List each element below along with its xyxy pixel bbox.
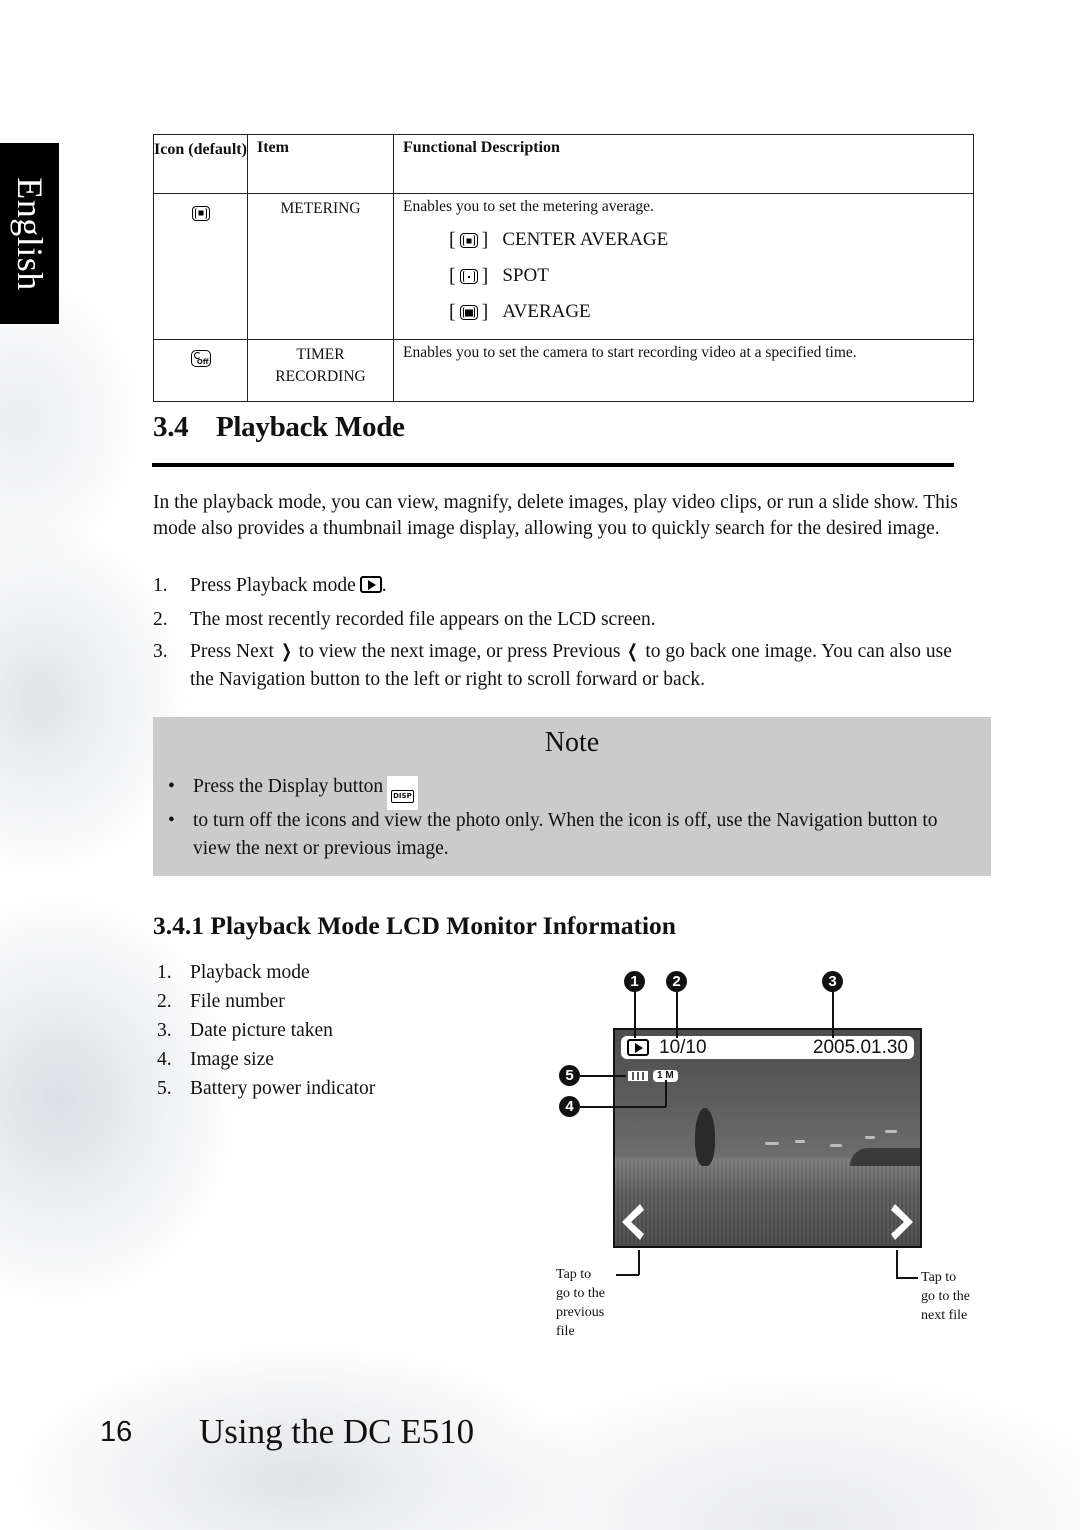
- header-item: Item: [247, 134, 394, 194]
- table-header-row: Icon (default) Item Functional Descripti…: [153, 134, 974, 194]
- leader-line: [580, 1106, 666, 1108]
- item-metering: METERING: [247, 193, 394, 340]
- list-item: 1. Playback mode: [157, 962, 310, 983]
- table-row: Off TIMER RECORDING Enables you to set t…: [153, 339, 974, 402]
- step-item: 3. Press Next ❯ to view the next image, …: [153, 638, 978, 694]
- chevron-left-icon: [622, 1204, 644, 1240]
- callout-4: 4: [559, 1096, 580, 1117]
- option-label: CENTER AVERAGE: [502, 229, 669, 250]
- note-item: • to turn off the icons and view the pho…: [168, 807, 968, 863]
- playback-icon: [359, 576, 382, 593]
- step-item: 2. The most recently recorded file appea…: [153, 609, 656, 630]
- callout-1: 1: [624, 971, 645, 992]
- spot-metering-icon: [459, 269, 478, 285]
- next-file-button[interactable]: [889, 1202, 917, 1242]
- intro-paragraph: In the playback mode, you can view, magn…: [153, 492, 958, 539]
- note-item: • Press the Display button DISP: [168, 773, 968, 810]
- bullet-icon: •: [168, 810, 175, 831]
- language-tab: English: [0, 143, 59, 324]
- metering-option: [] SPOT: [449, 264, 549, 287]
- leader-line: [665, 1080, 667, 1107]
- description-metering: Enables you to set the metering average.: [403, 198, 654, 215]
- callout-5: 5: [559, 1065, 580, 1086]
- lcd-info-list: 1. Playback mode 2. File number 3. Date pic…: [157, 960, 375, 1105]
- tree: [695, 1108, 715, 1166]
- table-row: METERING Enables you to set the metering…: [153, 193, 974, 340]
- list-item: 5. Battery power indicator: [157, 1078, 376, 1099]
- leader-line: [676, 992, 678, 1038]
- item-timer-line1: TIMER: [296, 346, 345, 363]
- chevron-right-icon: [891, 1204, 913, 1240]
- file-number: 10/10: [659, 1037, 707, 1058]
- previous-chevron-icon: ❮: [627, 641, 639, 662]
- step-item: 1. Press Playback mode.: [153, 575, 387, 596]
- header-description: Functional Description: [393, 134, 974, 194]
- leader-line: [616, 1274, 639, 1276]
- section-heading: 3.4 Playback Mode: [153, 411, 405, 444]
- timer-off-icon: Off: [190, 350, 211, 367]
- list-item: 2. File number: [157, 991, 285, 1012]
- subsection-number: 3.4.1: [153, 911, 204, 940]
- page-number: 16: [100, 1416, 133, 1448]
- treeline: [850, 1148, 920, 1166]
- leader-line: [896, 1250, 898, 1278]
- callout-2: 2: [666, 971, 687, 992]
- subsection-heading: 3.4.1 Playback Mode LCD Monitor Informat…: [153, 911, 676, 941]
- option-label: AVERAGE: [502, 301, 591, 322]
- list-item: 3. Date picture taken: [157, 1020, 333, 1041]
- callout-3: 3: [822, 971, 843, 992]
- bullet-icon: •: [168, 776, 175, 797]
- chapter-title: Using the DC E510: [199, 1412, 475, 1451]
- metering-option: [] CENTER AVERAGE: [449, 228, 669, 251]
- header-icon: Icon (default): [153, 134, 248, 194]
- disp-button-icon: DISP: [387, 776, 418, 810]
- previous-file-button[interactable]: [618, 1202, 646, 1242]
- metering-options: [] CENTER AVERAGE [] SPOT [] AVERAGE: [449, 222, 973, 330]
- item-timer-line2: RECORDING: [275, 368, 366, 385]
- section-number: 3.4: [153, 411, 189, 443]
- list-item: 4. Image size: [157, 1049, 274, 1070]
- metering-option: [] AVERAGE: [449, 300, 591, 323]
- caption-next-file: Tap to go to the next file: [921, 1270, 970, 1323]
- average-metering-icon: [459, 305, 478, 321]
- section-title: Playback Mode: [216, 411, 405, 443]
- function-table: Icon (default) Item Functional Descripti…: [153, 134, 974, 402]
- note-box: Note • Press the Display button DISP • to…: [153, 717, 991, 876]
- battery-icon: [628, 1071, 648, 1081]
- description-timer: Enables you to set the camera to start r…: [393, 339, 974, 402]
- leader-line: [580, 1075, 626, 1077]
- lcd-screen-illustration: 10/10 2005.01.30 1 M: [613, 1028, 922, 1248]
- leader-line: [638, 1250, 640, 1275]
- option-label: SPOT: [502, 265, 549, 286]
- note-title: Note: [544, 727, 600, 758]
- leader-line: [634, 992, 636, 1038]
- heading-rule: [152, 463, 954, 467]
- steps-list: 1. Press Playback mode. 2. The most rece…: [153, 572, 978, 694]
- leader-line: [896, 1277, 918, 1279]
- language-label: English: [9, 176, 50, 291]
- metering-center-icon: [191, 205, 210, 221]
- next-chevron-icon: ❯: [281, 641, 292, 662]
- subsection-title: Playback Mode LCD Monitor Information: [210, 911, 676, 940]
- landscape-field: [615, 1160, 920, 1246]
- caption-previous-file: Tap to go to the previous file: [556, 1267, 605, 1339]
- leader-line: [832, 992, 834, 1038]
- date-taken: 2005.01.30: [812, 1037, 908, 1058]
- playback-mode-icon: [627, 1039, 649, 1056]
- lcd-status-bar: 10/10 2005.01.30: [621, 1036, 914, 1059]
- center-average-icon: [459, 233, 478, 249]
